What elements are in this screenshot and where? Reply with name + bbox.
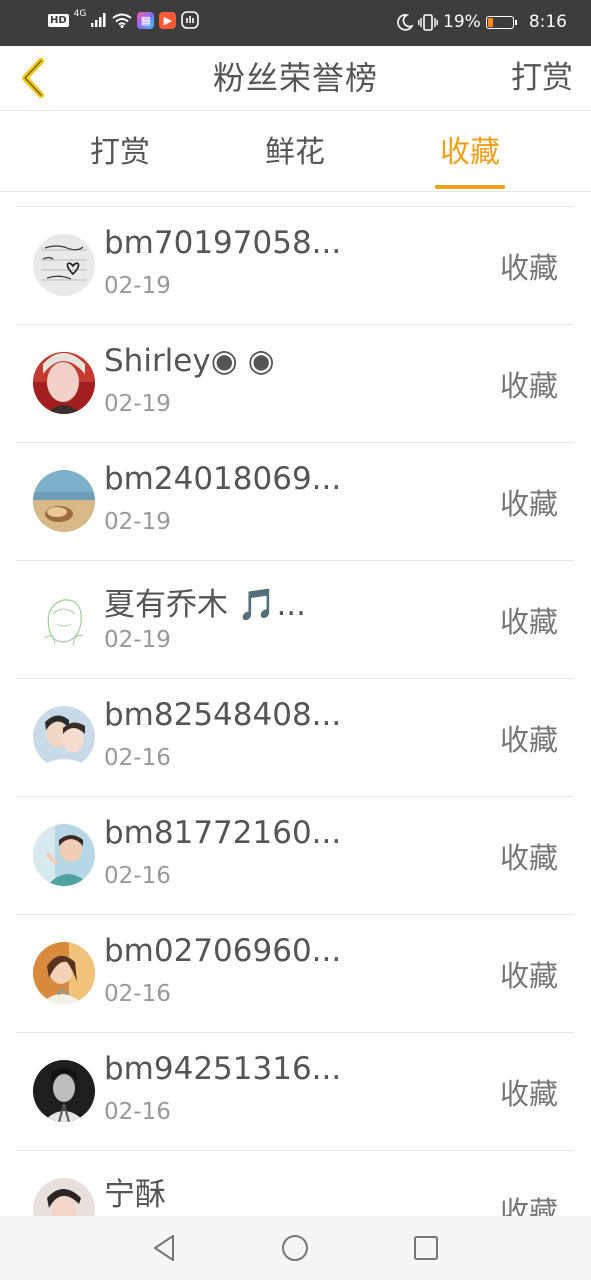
record-type: 收藏 [499, 959, 558, 993]
page-title: 粉丝荣誉榜 [212, 59, 378, 97]
tab-flowers[interactable]: 鲜花 [235, 111, 355, 191]
nav-recents-button[interactable] [408, 1230, 444, 1266]
system-nav-bar [0, 1216, 591, 1280]
nav-home-button[interactable] [277, 1230, 313, 1266]
record-type: 收藏 [499, 1195, 558, 1217]
avatar [33, 1060, 95, 1122]
list-item[interactable]: bm81772160... 02-16 收藏 [16, 797, 574, 915]
nav-back-button[interactable] [146, 1230, 182, 1266]
list-item[interactable]: Shirley◉ ◉ 02-19 收藏 [16, 325, 574, 443]
tab-reward[interactable]: 打赏 [60, 111, 180, 191]
fan-list[interactable]: bm70197058... 02-19 收藏 Shirley◉ ◉ 02-19 … [16, 206, 574, 1217]
avatar [33, 588, 95, 650]
avatar [33, 352, 95, 414]
user-name: Shirley◉ ◉ [104, 343, 275, 379]
record-date: 02-19 [104, 627, 171, 653]
user-name: bm81772160... [104, 815, 342, 851]
reward-action-button[interactable]: 打赏 [511, 46, 573, 110]
record-type: 收藏 [499, 723, 558, 757]
user-name: 宁酥 [104, 1177, 166, 1213]
record-date: 02-16 [104, 1099, 171, 1125]
user-name: bm82548408... [104, 697, 342, 733]
record-date: 02-19 [104, 391, 171, 417]
avatar [33, 470, 95, 532]
battery-fill [487, 17, 493, 27]
user-name: bm94251316... [104, 1051, 342, 1087]
list-item[interactable]: bm94251316... 02-16 收藏 [16, 1033, 574, 1151]
recents-square-icon [414, 1236, 438, 1260]
user-name: 夏有乔木 🎵... [104, 587, 307, 623]
active-tab-indicator [435, 185, 505, 189]
list-item[interactable]: 宁酥 收藏 [16, 1151, 574, 1217]
clock: 8:16 [528, 12, 567, 32]
avatar [33, 942, 95, 1004]
user-name: bm70197058... [104, 225, 342, 261]
record-type: 收藏 [499, 841, 558, 875]
status-bar: HD 4G ▦ ▶ 19% 8:16 [0, 0, 591, 46]
moon-icon [397, 13, 414, 31]
vibrate-icon [418, 13, 438, 31]
record-type: 收藏 [499, 251, 558, 285]
app-icon-2: ▶ [159, 11, 177, 29]
record-type: 收藏 [499, 369, 558, 403]
tab-bar: 打赏 鲜花 收藏 [0, 111, 591, 192]
avatar [33, 1178, 95, 1217]
battery-percent: 19% [443, 12, 481, 32]
home-circle-icon [282, 1235, 308, 1261]
record-type: 收藏 [499, 1077, 558, 1111]
status-right: 19% 8:16 [396, 12, 567, 32]
battery-icon [485, 15, 517, 29]
record-type: 收藏 [499, 605, 558, 639]
user-name: bm24018069... [104, 461, 342, 497]
list-item[interactable]: bm02706960... 02-16 收藏 [16, 915, 574, 1033]
avatar [33, 824, 95, 886]
app-icon-1: ▦ [137, 11, 155, 29]
record-date: 02-16 [104, 863, 171, 889]
list-item[interactable]: 夏有乔木 🎵... 02-19 收藏 [16, 561, 574, 679]
record-date: 02-16 [104, 745, 171, 771]
back-triangle-icon [154, 1235, 174, 1261]
network-type: 4G [73, 8, 87, 19]
user-name: bm02706960... [104, 933, 342, 969]
status-left: HD 4G ▦ ▶ [48, 8, 200, 29]
list-item[interactable]: bm24018069... 02-19 收藏 [16, 443, 574, 561]
avatar [33, 234, 95, 296]
record-date: 02-19 [104, 509, 171, 535]
hd-icon: HD [48, 13, 69, 27]
record-date: 02-16 [104, 981, 171, 1007]
app-icon-3 [181, 11, 200, 29]
tab-favorites[interactable]: 收藏 [410, 111, 530, 191]
record-type: 收藏 [499, 487, 558, 521]
app-header: 粉丝荣誉榜 打赏 [0, 46, 591, 111]
signal-icon [91, 13, 106, 27]
list-item[interactable]: bm82548408... 02-16 收藏 [16, 679, 574, 797]
record-date: 02-19 [104, 273, 171, 299]
list-item[interactable]: bm70197058... 02-19 收藏 [16, 207, 574, 325]
wifi-icon [112, 13, 132, 28]
avatar [33, 706, 95, 768]
